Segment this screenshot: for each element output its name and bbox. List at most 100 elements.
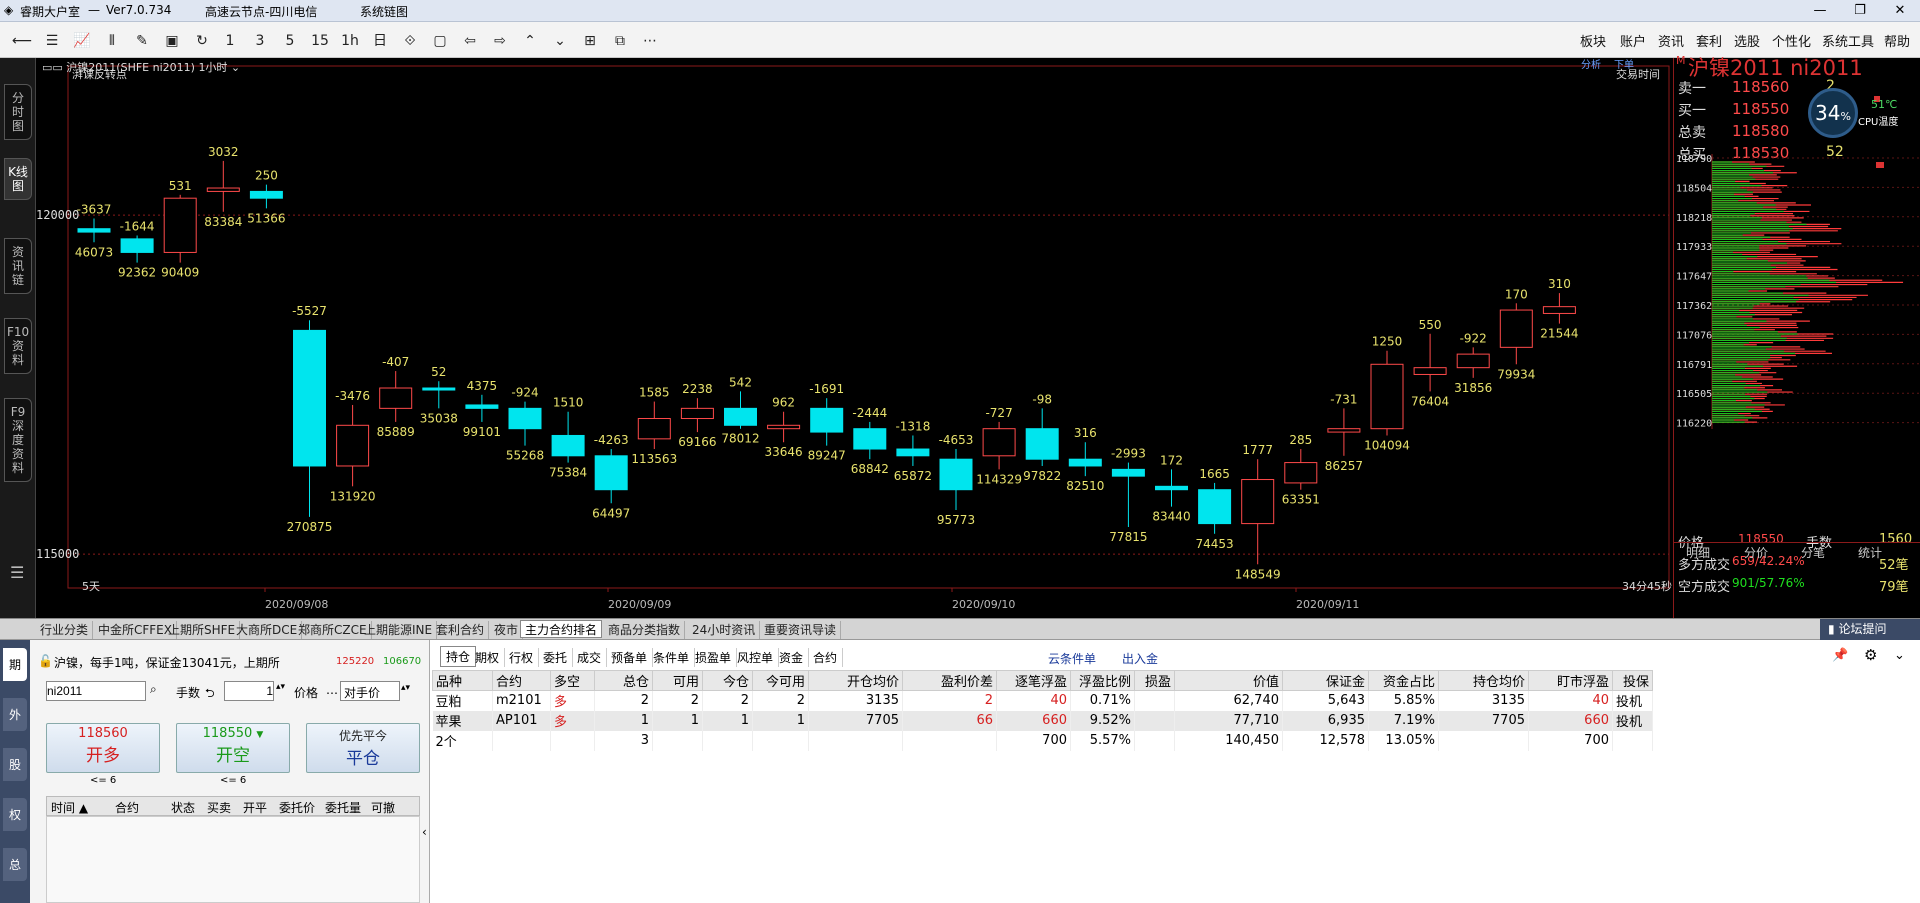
exchange-tab[interactable]: 行业分类 [36, 621, 94, 639]
column-header[interactable]: 今仓 [702, 670, 753, 691]
window-icon[interactable]: ⧉ [608, 30, 632, 52]
candle[interactable]: -3637 46073 [75, 203, 113, 260]
table-row[interactable]: 苹果 AP101 多 1 1 1 1 7705 66 660 9.52% 77,710 6,935 7.1… [432, 710, 1653, 731]
tab-price-dist[interactable]: 分价 [1744, 544, 1768, 561]
column-header[interactable]: 品种 [432, 670, 493, 691]
arrow-left-icon[interactable]: ⇦ [458, 30, 482, 52]
candle[interactable]: -1691 89247 [808, 382, 846, 462]
contract-code-input[interactable] [46, 681, 146, 701]
funds-transfer-link[interactable]: 出入金 [1122, 650, 1158, 667]
layout-icon[interactable]: ⊞ [578, 30, 602, 52]
candle[interactable]: -727 114329 [976, 406, 1022, 486]
order-col-header[interactable]: 可撤 [371, 799, 395, 816]
candle[interactable]: 250 51366 [247, 169, 285, 226]
exchange-tab[interactable]: 大商所DCE [232, 621, 303, 639]
candle[interactable]: -922 31856 [1454, 331, 1492, 395]
position-tab[interactable]: 资金 [774, 648, 810, 667]
candle[interactable]: 172 83440 [1152, 453, 1190, 523]
minimize-icon[interactable]: — [1800, 1, 1840, 21]
candle[interactable]: 1777 148549 [1235, 443, 1281, 581]
column-header[interactable]: 可用 [652, 670, 703, 691]
column-header[interactable]: 价值 [1174, 670, 1283, 691]
period-3[interactable]: 3 [248, 30, 272, 52]
lock-icon[interactable]: 🔓 [38, 654, 53, 668]
menu-personalize[interactable]: 个性化 [1772, 31, 1811, 50]
qty-input[interactable] [224, 681, 274, 701]
tab-news-chain[interactable]: 资讯链 [4, 238, 32, 294]
candle[interactable]: 1665 74453 [1196, 467, 1234, 551]
period-1[interactable]: 1 [218, 30, 242, 52]
exchange-tab[interactable]: 重要资讯导读 [760, 621, 842, 639]
menu-account[interactable]: 账户 [1620, 31, 1646, 50]
candle[interactable]: 542 78012 [721, 375, 759, 445]
position-tab[interactable]: 期权 [470, 648, 506, 667]
order-col-header[interactable]: 买卖 [207, 799, 231, 816]
candle[interactable]: 310 21544 [1540, 277, 1578, 341]
tab-ticks[interactable]: 分笔 [1801, 544, 1825, 561]
candle[interactable]: -924 55268 [506, 386, 544, 463]
candle[interactable]: -2444 68842 [851, 406, 889, 476]
candle[interactable]: -3476 131920 [330, 389, 376, 503]
column-header[interactable]: 逐笔浮盈 [996, 670, 1071, 691]
price-mode-stepper[interactable]: ▴▾ [401, 683, 410, 693]
period-15[interactable]: 15 [308, 30, 332, 52]
column-header[interactable]: 今可用 [752, 670, 809, 691]
side-tab[interactable]: 期 [3, 648, 27, 681]
candle[interactable]: 1250 104094 [1364, 335, 1410, 453]
arrow-right-icon[interactable]: ⇨ [488, 30, 512, 52]
menu-icon[interactable]: ☰ [10, 563, 24, 582]
column-header[interactable]: 损盈 [1134, 670, 1175, 691]
table-row[interactable]: 豆粕 m2101 多 2 2 2 2 3135 2 40 0.71% 62,740 5,643 5.85%… [432, 690, 1653, 711]
position-tab[interactable]: 合约 [808, 648, 844, 667]
collapse-icon[interactable]: ‹ [422, 825, 427, 839]
back-icon[interactable]: ⟵ [10, 30, 34, 52]
side-tab[interactable]: 权 [3, 798, 27, 831]
exchange-tab[interactable]: 主力合约排名 [520, 620, 603, 638]
menu-system-tools[interactable]: 系统工具 [1822, 31, 1874, 50]
ruler-icon[interactable]: ▢ [428, 30, 452, 52]
pin-icon[interactable]: 📌 [1832, 648, 1848, 663]
column-header[interactable]: 开仓均价 [808, 670, 903, 691]
position-tab[interactable]: 成交 [572, 648, 608, 667]
position-tab[interactable]: 委托 [538, 648, 574, 667]
position-tab[interactable]: 条件单 [648, 648, 696, 667]
draw-icon[interactable]: ✎ [130, 30, 154, 52]
candle[interactable]: 52 35038 [420, 365, 458, 425]
side-tab[interactable]: 总 [3, 848, 27, 881]
candle[interactable]: 962 33646 [765, 396, 803, 460]
candle[interactable]: 170 79934 [1497, 287, 1535, 381]
menu-news[interactable]: 资讯 [1658, 31, 1684, 50]
candle[interactable]: -731 86257 [1325, 392, 1363, 472]
tab-time-chart[interactable]: 分时图 [4, 84, 32, 140]
period-label[interactable]: 1小时 [198, 61, 227, 74]
candle[interactable]: 1585 113563 [631, 386, 677, 466]
exchange-tab[interactable]: 套利合约 [432, 621, 490, 639]
candle[interactable]: 4375 99101 [463, 379, 501, 439]
candle[interactable]: 531 90409 [161, 179, 199, 280]
save-icon[interactable]: ▣ [160, 30, 184, 52]
exchange-tab[interactable]: 上期所SHFE [164, 621, 241, 639]
column-header[interactable]: 保证金 [1282, 670, 1369, 691]
candle[interactable]: -98 97822 [1023, 392, 1061, 483]
column-header[interactable]: 浮盈比例 [1070, 670, 1135, 691]
column-header[interactable]: 资金占比 [1368, 670, 1439, 691]
range-label[interactable]: 5天 [82, 578, 100, 594]
column-header[interactable]: 盈利价差 [902, 670, 997, 691]
refresh-icon[interactable]: ↻ [190, 30, 214, 52]
position-tab[interactable]: 风控单 [732, 648, 780, 667]
candle[interactable]: 285 63351 [1282, 433, 1320, 507]
kline-chart[interactable]: 120000 115000 -3637 46073 -1644 92362 531 90409… [36, 58, 1673, 618]
tab-f10[interactable]: F10资料 [4, 318, 32, 374]
qty-stepper[interactable]: ▴▾ [276, 682, 285, 692]
exchange-tab[interactable]: 上期能源INE [360, 621, 438, 639]
tab-detail[interactable]: 明细 [1686, 544, 1710, 561]
menu-help[interactable]: 帮助 [1884, 31, 1910, 50]
tab-f9[interactable]: F9深度资料 [4, 398, 32, 482]
candle[interactable]: 550 76404 [1411, 318, 1449, 409]
arrow-down-icon[interactable]: ⌄ [548, 30, 572, 52]
price-mode-select[interactable]: 对手价 [340, 681, 400, 701]
candle[interactable]: -407 85889 [377, 355, 415, 439]
candle[interactable]: -4263 64497 [592, 433, 630, 520]
candle[interactable]: -1318 65872 [894, 419, 932, 483]
zoom-icon[interactable]: ⟐ [398, 30, 422, 52]
